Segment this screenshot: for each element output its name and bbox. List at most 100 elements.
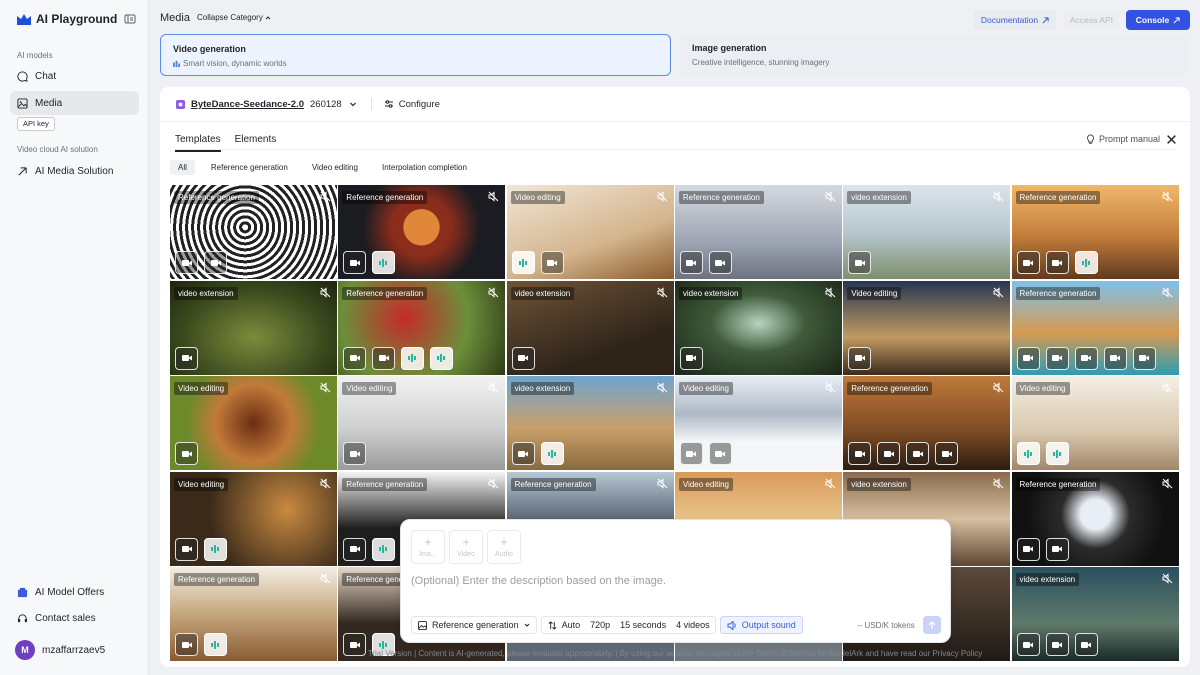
mute-icon[interactable] xyxy=(993,477,1004,489)
mute-icon[interactable] xyxy=(488,286,499,298)
video-settings-group[interactable]: Auto 720p 15 seconds 4 videos xyxy=(540,616,716,634)
upload-audio-button[interactable]: + Audio xyxy=(487,530,521,564)
collapse-category-button[interactable]: Collapse Category xyxy=(197,13,271,22)
sidebar: AI Playground AI models Chat Media API k… xyxy=(0,0,149,675)
template-tile[interactable]: video extension xyxy=(506,376,674,470)
console-button[interactable]: Console xyxy=(1126,10,1190,30)
section-label-solution: Video cloud AI solution xyxy=(17,145,98,154)
mute-icon[interactable] xyxy=(320,382,331,393)
template-tile[interactable]: video extension xyxy=(1011,567,1179,661)
mute-icon[interactable] xyxy=(825,382,836,393)
model-name[interactable]: ByteDance-Seedance-2.0 xyxy=(191,99,304,110)
reference-thumbnail xyxy=(175,346,198,370)
mute-icon[interactable] xyxy=(320,191,331,202)
template-tile[interactable]: Video editing xyxy=(170,471,337,566)
send-button[interactable] xyxy=(923,616,941,634)
mute-icon[interactable] xyxy=(488,382,499,393)
mode-label: Reference generation xyxy=(432,620,519,630)
user-profile[interactable]: M mzaffarrzaev5 xyxy=(15,640,105,660)
documentation-label: Documentation xyxy=(980,15,1039,25)
template-tile[interactable]: Video editing xyxy=(506,185,674,279)
template-tile[interactable]: Video editing xyxy=(1011,376,1179,470)
sidebar-collapse-icon[interactable] xyxy=(124,13,138,27)
mute-icon[interactable] xyxy=(320,477,331,489)
reference-thumbnail xyxy=(1045,346,1069,370)
mute-icon[interactable] xyxy=(825,286,836,298)
category-card-image-generation[interactable]: Image generation Creative intelligence, … xyxy=(680,34,1189,76)
template-tile[interactable]: video extension xyxy=(506,280,674,375)
mute-icon[interactable] xyxy=(320,573,331,584)
sidebar-item-media[interactable]: Media xyxy=(10,91,139,115)
reference-thumbnails xyxy=(511,346,535,370)
template-tile[interactable]: Video editing xyxy=(170,376,337,470)
mute-icon[interactable] xyxy=(657,382,668,393)
mute-icon[interactable] xyxy=(488,477,499,489)
output-sound-toggle[interactable]: Output sound xyxy=(719,616,803,634)
reference-thumbnails xyxy=(679,346,703,370)
sidebar-item-contact-sales[interactable]: Contact sales xyxy=(10,606,139,630)
model-version[interactable]: 260128 xyxy=(310,99,342,110)
close-icon[interactable] xyxy=(1166,134,1177,145)
reference-thumbnails xyxy=(1016,537,1069,561)
upload-label: Audio xyxy=(495,550,513,558)
mute-icon[interactable] xyxy=(657,477,668,489)
filter-video-editing[interactable]: Video editing xyxy=(304,160,366,175)
template-tile[interactable]: Reference generation xyxy=(170,185,337,279)
sidebar-item-ai-media-solution[interactable]: AI Media Solution xyxy=(10,159,139,183)
mute-icon[interactable] xyxy=(657,191,668,202)
template-tile[interactable]: Reference generation xyxy=(338,185,506,279)
mute-icon[interactable] xyxy=(488,191,499,202)
reference-thumbnail xyxy=(540,442,564,465)
filter-interpolation-completion[interactable]: Interpolation completion xyxy=(374,160,475,175)
mode-select[interactable]: Reference generation xyxy=(411,616,537,634)
template-tile[interactable]: Reference generation xyxy=(338,280,506,375)
reference-thumbnail xyxy=(511,346,535,370)
template-tile[interactable]: Reference generation xyxy=(1011,185,1179,279)
mute-icon[interactable] xyxy=(320,286,331,298)
sidebar-item-model-offers[interactable]: AI Model Offers xyxy=(10,580,139,604)
template-tag: video extension xyxy=(678,286,743,300)
template-tag: Video editing xyxy=(174,382,229,395)
template-tile[interactable]: video extension xyxy=(674,280,842,375)
mute-icon[interactable] xyxy=(825,477,836,489)
template-tile[interactable]: Reference generation xyxy=(843,376,1011,470)
chevron-down-icon[interactable] xyxy=(349,100,357,108)
prompt-manual-button[interactable]: Prompt manual xyxy=(1086,134,1160,144)
upload-video-button[interactable]: + Video xyxy=(449,530,483,564)
template-tile[interactable]: Video editing xyxy=(338,376,506,470)
prompt-input[interactable]: (Optional) Enter the description based o… xyxy=(411,575,666,587)
access-api-button[interactable]: Access API xyxy=(1064,10,1119,30)
configure-button[interactable]: Configure xyxy=(399,99,440,110)
template-tile[interactable]: Reference generation xyxy=(674,185,842,279)
template-tile[interactable]: video extension xyxy=(170,280,337,375)
mute-icon[interactable] xyxy=(993,382,1004,393)
brand[interactable]: AI Playground xyxy=(17,12,117,26)
mute-icon[interactable] xyxy=(657,286,668,298)
filter-reference-generation[interactable]: Reference generation xyxy=(203,160,296,175)
mute-icon[interactable] xyxy=(993,191,1004,202)
template-tile[interactable]: Video editing xyxy=(843,280,1011,375)
documentation-button[interactable]: Documentation xyxy=(974,10,1056,30)
template-tile[interactable]: Reference generation xyxy=(170,567,337,661)
mute-icon[interactable] xyxy=(1162,477,1173,489)
mute-icon[interactable] xyxy=(1162,382,1173,393)
template-tag: Video editing xyxy=(510,191,565,204)
mute-icon[interactable] xyxy=(1162,286,1173,298)
filter-all[interactable]: All xyxy=(170,160,195,175)
reference-thumbnail xyxy=(175,442,198,465)
template-filters: All Reference generation Video editing I… xyxy=(170,160,475,175)
mute-icon[interactable] xyxy=(1162,573,1173,584)
sidebar-item-chat[interactable]: Chat xyxy=(10,64,139,88)
template-tile[interactable]: video extension xyxy=(843,185,1011,279)
reference-thumbnail xyxy=(175,251,198,274)
template-tile[interactable]: Reference generation xyxy=(1011,471,1179,566)
reference-thumbnails xyxy=(175,442,198,465)
template-tile[interactable]: Reference generation xyxy=(1011,280,1179,375)
category-card-video-generation[interactable]: Video generation Smart vision, dynamic w… xyxy=(160,34,671,76)
mute-icon[interactable] xyxy=(1162,191,1173,202)
mute-icon[interactable] xyxy=(993,286,1004,298)
mute-icon[interactable] xyxy=(825,191,836,202)
upload-image-button[interactable]: + Ima... xyxy=(411,530,445,564)
api-key-chip[interactable]: API key xyxy=(17,117,55,131)
template-tile[interactable]: Video editing xyxy=(674,376,842,470)
